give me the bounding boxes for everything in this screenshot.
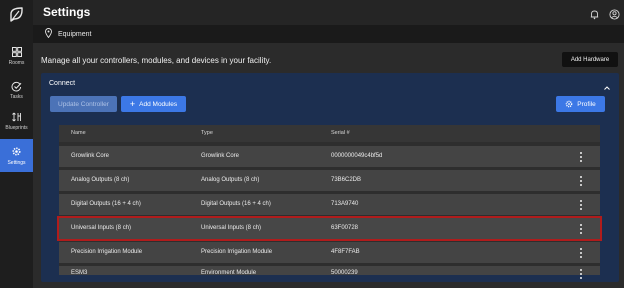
- add-modules-button[interactable]: + Add Modules: [121, 96, 186, 112]
- sidebar-item-tasks[interactable]: Tasks: [0, 75, 33, 105]
- location-pin-icon: [45, 25, 52, 43]
- page-description: Manage all your controllers, modules, an…: [41, 56, 272, 65]
- sidebar-item-rooms[interactable]: Rooms: [0, 41, 33, 71]
- gear-icon: [11, 146, 23, 158]
- sidebar-item-blueprints[interactable]: Blueprints: [0, 106, 33, 136]
- table-row[interactable]: Precision Irrigation Module Precision Ir…: [59, 242, 600, 263]
- gear-icon: [565, 100, 573, 108]
- column-header-name: Name: [71, 130, 86, 136]
- equipment-table: Name Type Serial # Growlink Core Growlin…: [57, 125, 602, 279]
- rooms-grid-icon: [11, 46, 23, 58]
- row-type: Analog Outputs (8 ch): [201, 177, 260, 183]
- plus-icon: +: [129, 98, 136, 109]
- table-row[interactable]: Analog Outputs (8 ch) Analog Outputs (8 …: [59, 170, 600, 191]
- bell-icon[interactable]: [589, 7, 600, 20]
- sidebar: Rooms Tasks Blueprints Settings: [0, 0, 33, 288]
- user-account-icon[interactable]: [609, 7, 620, 20]
- sidebar-item-label: Rooms: [8, 60, 25, 66]
- table-header: Name Type Serial #: [59, 125, 600, 142]
- row-name: Digital Outputs (16 + 4 ch): [71, 201, 141, 207]
- more-vertical-icon[interactable]: [578, 223, 584, 235]
- sidebar-item-label: Settings: [7, 159, 26, 166]
- more-vertical-icon[interactable]: [578, 199, 584, 211]
- tasks-check-icon: [11, 80, 23, 92]
- button-label: Profile: [577, 100, 596, 108]
- column-header-serial: Serial #: [331, 130, 350, 136]
- button-label: Add Modules: [139, 100, 178, 108]
- row-name: Analog Outputs (8 ch): [71, 177, 130, 183]
- add-hardware-button[interactable]: Add Hardware: [562, 52, 618, 67]
- panel-title: Connect: [49, 80, 76, 87]
- row-type: Digital Outputs (16 + 4 ch): [201, 201, 271, 207]
- update-controller-button[interactable]: Update Controller: [50, 96, 117, 112]
- row-serial: 73B6C2DB: [331, 177, 362, 183]
- leaf-logo-icon[interactable]: [8, 6, 25, 23]
- blueprints-icon: [11, 111, 23, 123]
- sidebar-item-label: Tasks: [10, 94, 23, 100]
- row-name: Precision Irrigation Module: [71, 249, 143, 255]
- more-vertical-icon[interactable]: [578, 268, 584, 280]
- profile-button[interactable]: Profile: [556, 96, 605, 112]
- breadcrumb: Equipment: [33, 25, 624, 43]
- connect-panel: Connect Update Controller + Add Modules …: [41, 73, 619, 282]
- row-type: Precision Irrigation Module: [201, 249, 273, 255]
- row-serial: 713A9740: [331, 201, 359, 207]
- table-row-highlighted[interactable]: Universal Inputs (8 ch) Universal Inputs…: [57, 216, 602, 241]
- sidebar-item-settings[interactable]: Settings: [0, 139, 33, 172]
- breadcrumb-equipment[interactable]: Equipment: [58, 31, 91, 38]
- table-row[interactable]: ESM3 Environment Module 50000239: [59, 266, 600, 279]
- row-name: Growlink Core: [71, 153, 110, 159]
- row-name: Universal Inputs (8 ch): [71, 225, 132, 231]
- column-header-type: Type: [201, 130, 213, 136]
- chevron-up-icon[interactable]: [603, 79, 611, 90]
- more-vertical-icon[interactable]: [578, 151, 584, 163]
- table-row[interactable]: Digital Outputs (16 + 4 ch) Digital Outp…: [59, 194, 600, 215]
- row-type: Environment Module: [201, 270, 257, 276]
- more-vertical-icon[interactable]: [578, 247, 584, 259]
- row-serial: 63F00728: [331, 225, 359, 231]
- row-serial: 4F8F7FAB: [331, 249, 360, 255]
- sidebar-item-label: Blueprints: [5, 125, 28, 131]
- table-row[interactable]: Growlink Core Growlink Core 0000000049c4…: [59, 146, 600, 167]
- row-serial: 50000239: [331, 270, 358, 276]
- page-title: Settings: [43, 5, 91, 19]
- button-label: Update Controller: [58, 100, 109, 108]
- top-header: Settings: [33, 0, 624, 25]
- row-type: Growlink Core: [201, 153, 240, 159]
- row-name: ESM3: [71, 270, 88, 276]
- more-vertical-icon[interactable]: [578, 175, 584, 187]
- row-type: Universal Inputs (8 ch): [201, 225, 262, 231]
- row-serial: 0000000049c4bf5d: [331, 153, 383, 159]
